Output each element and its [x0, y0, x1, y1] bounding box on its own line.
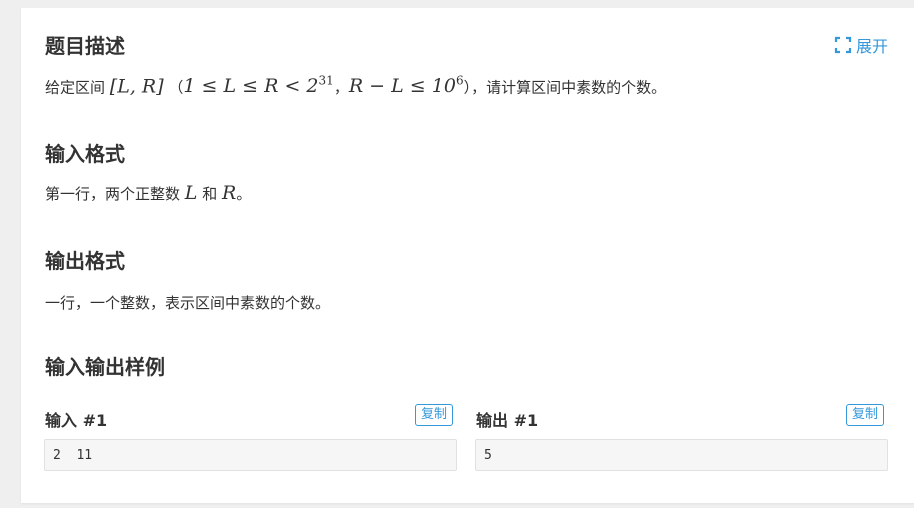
sample-input-title: 输入 #1 — [45, 411, 108, 430]
copy-output-button[interactable]: 复制 — [846, 404, 885, 426]
input-format-prefix: 第一行，两个正整数 — [45, 185, 181, 203]
input-format-suffix: 。 — [236, 185, 252, 203]
description-text: 给定区间 [L, R] （1 ≤ L ≤ R < 231，R − L ≤ 106… — [45, 74, 666, 97]
var-l: L — [184, 182, 198, 204]
description-suffix: 请计算区间中素数的个数。 — [486, 78, 667, 97]
samples-title: 输入输出样例 — [45, 355, 165, 379]
cond-math-2: R − L ≤ 106 — [348, 74, 464, 98]
expand-label: 展开 — [855, 37, 888, 56]
description-prefix: 给定区间 — [45, 78, 106, 97]
cond-math-1-base: 1 ≤ L ≤ R < 2 — [183, 75, 319, 98]
var-r: R — [222, 182, 237, 204]
output-format-text: 一行，一个整数，表示区间中素数的个数。 — [45, 294, 331, 312]
cond-open: （ — [168, 78, 184, 97]
cond-sep: ， — [333, 78, 349, 97]
input-format-text: 第一行，两个正整数 L 和 R。 — [45, 182, 251, 204]
sample-output-box[interactable]: 5 — [475, 439, 888, 471]
description-title: 题目描述 — [45, 34, 125, 58]
sample-input-box[interactable]: 2 11 — [44, 439, 457, 471]
input-format-title: 输入格式 — [45, 142, 125, 166]
cond-math-2-base: R − L ≤ 10 — [348, 75, 456, 98]
expand-button[interactable]: 展开 — [834, 33, 888, 57]
and-text: 和 — [202, 185, 218, 203]
interval-math: [L, R] — [109, 75, 164, 98]
cond-close: ）， — [463, 78, 487, 97]
cond-math-1: 1 ≤ L ≤ R < 231 — [183, 74, 334, 98]
sample-output-title: 输出 #1 — [476, 411, 539, 430]
cond-exp-1: 31 — [318, 74, 334, 88]
copy-input-button[interactable]: 复制 — [415, 404, 454, 426]
output-format-title: 输出格式 — [45, 249, 125, 273]
expand-icon — [834, 36, 852, 54]
problem-card: 展开 题目描述 给定区间 [L, R] （1 ≤ L ≤ R < 231，R −… — [21, 8, 914, 503]
cond-exp-2: 6 — [455, 74, 464, 88]
